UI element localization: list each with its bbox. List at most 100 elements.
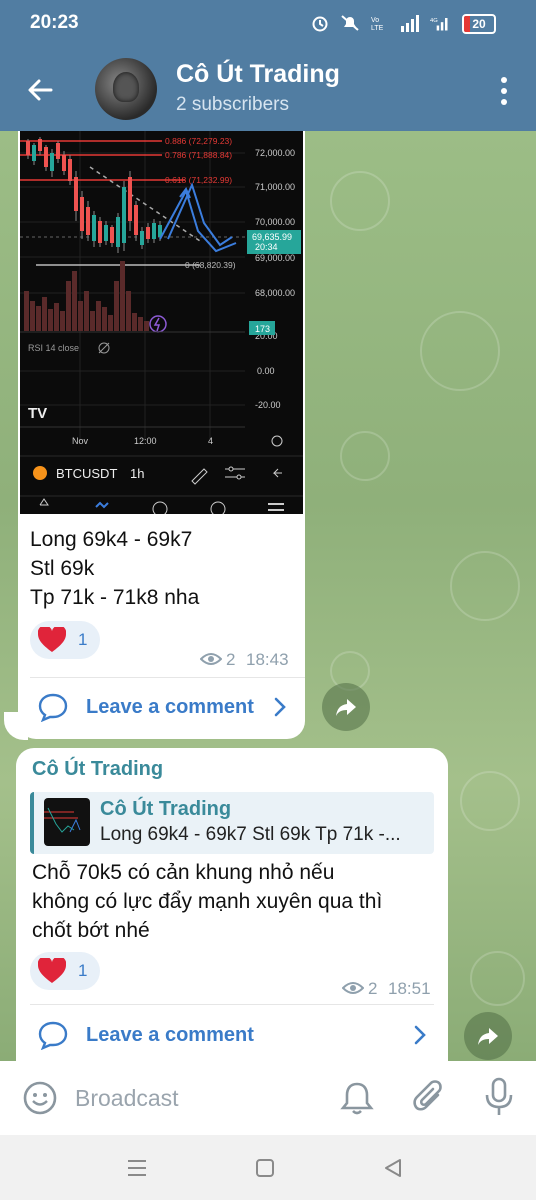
leave-comment-button[interactable]: Leave a comment [38, 686, 293, 730]
share-button[interactable] [322, 683, 370, 731]
message-line: Long 69k4 - 69k7 [30, 528, 193, 551]
fib-label: 0 (68,820.39) [185, 260, 236, 270]
system-nav-bar [0, 1135, 536, 1200]
message-bubble[interactable]: Cô Út Trading Cô Út Trading Long 69k4 - … [16, 748, 448, 1061]
chart-image[interactable]: 0.886 (72,279.23) 0.786 (71,888.84) 0.61… [20, 131, 303, 514]
fib-label: 0.886 (72,279.23) [165, 136, 232, 146]
price-tick: 72,000.00 [255, 148, 295, 158]
home-icon[interactable] [254, 1157, 276, 1179]
channel-title[interactable]: Cô Út Trading [176, 60, 340, 89]
ideas-icon [210, 501, 226, 514]
app-header: 20:23 Vo LTE 4G 20 Cô Út Trading 2 subscr… [0, 0, 536, 131]
back-nav-icon[interactable] [382, 1157, 404, 1179]
view-count: 2 [226, 650, 236, 669]
comment-icon [38, 1021, 68, 1050]
fib-label: 0.618 (71,232.99) [165, 175, 232, 185]
emoji-icon[interactable] [22, 1080, 58, 1116]
price-tick: -20.00 [255, 400, 281, 410]
reaction-count: 1 [78, 961, 88, 980]
reply-text: Long 69k4 - 69k7 Stl 69k Tp 71k -... [100, 824, 401, 845]
rsi-label: RSI 14 close [28, 343, 79, 353]
svg-text:Vo: Vo [371, 17, 379, 24]
share-arrow-icon [478, 1028, 498, 1045]
background-doodle [460, 771, 520, 831]
bitcoin-icon [33, 466, 47, 480]
chevron-right-icon [414, 1025, 426, 1045]
battery-level [464, 16, 470, 32]
time-tick: 4 [208, 436, 213, 446]
leave-comment-button[interactable]: Leave a comment [38, 1014, 430, 1058]
indicators-icon [225, 466, 245, 480]
view-count: 2 [368, 979, 378, 998]
fib-label: 0.786 (71,888.84) [165, 150, 232, 160]
current-price: 69,635.99 [252, 232, 292, 242]
heart-icon [38, 627, 66, 652]
back-arrow-icon[interactable] [24, 74, 56, 106]
status-bar: 20:23 Vo LTE 4G 20 [0, 0, 536, 48]
message-line: không có lực đẩy mạnh xuyên qua thì [32, 890, 383, 913]
bell-icon[interactable] [340, 1080, 374, 1116]
price-tick: 69,000.00 [255, 253, 295, 263]
background-doodle [340, 431, 390, 481]
broadcast-input[interactable]: Broadcast [75, 1085, 179, 1112]
reply-thumbnail [44, 798, 90, 846]
battery-indicator: 20 [462, 14, 496, 34]
more-menu-icon[interactable] [500, 76, 508, 106]
status-time: 20:23 [30, 12, 79, 33]
price-tick: 71,000.00 [255, 182, 295, 192]
message-author[interactable]: Cô Út Trading [32, 758, 163, 781]
reaction-chip[interactable]: 1 [30, 621, 100, 659]
time-tick: Nov [72, 436, 89, 446]
time-tick: 12:00 [134, 436, 157, 446]
candle-countdown: 20:34 [255, 242, 278, 252]
price-tick: 68,000.00 [255, 288, 295, 298]
chevron-right-icon [274, 697, 286, 717]
message-line: Chỗ 70k5 có cản khung nhỏ nếu [32, 861, 335, 884]
share-button[interactable] [464, 1012, 512, 1060]
channel-avatar[interactable] [95, 58, 157, 120]
background-doodle [330, 171, 390, 231]
signal-icon [401, 15, 419, 32]
alarm-icon [312, 16, 328, 32]
channel-subscribers: 2 subscribers [176, 94, 289, 115]
comment-label: Leave a comment [86, 1024, 254, 1046]
eye-icon [200, 653, 222, 665]
price-tick: 70,000.00 [255, 217, 295, 227]
message-line: chốt bớt nhé [32, 919, 150, 942]
background-doodle [450, 551, 520, 621]
divider [30, 677, 305, 678]
reply-author: Cô Út Trading [100, 798, 232, 820]
settings-icon[interactable] [271, 435, 283, 447]
comment-icon [38, 693, 68, 722]
volte-icon: VoLTE [371, 17, 384, 32]
attach-icon[interactable] [412, 1079, 446, 1117]
comment-label: Leave a comment [86, 696, 254, 718]
reply-preview[interactable]: Cô Út Trading Long 69k4 - 69k7 Stl 69k T… [30, 792, 434, 854]
svg-text:LTE: LTE [371, 25, 384, 32]
message-time: 18:43 [246, 650, 289, 669]
eye-icon [342, 982, 364, 994]
compass-icon [152, 501, 168, 514]
reaction-count: 1 [78, 630, 88, 649]
star-icon [39, 498, 49, 506]
background-doodle [420, 311, 500, 391]
battery-label: 20 [472, 17, 486, 31]
composer-bar: Broadcast [0, 1061, 536, 1135]
interval-label: 1h [130, 466, 144, 481]
svg-text:TV: TV [28, 405, 47, 422]
message-bubble[interactable]: 0.886 (72,279.23) 0.786 (71,888.84) 0.61… [18, 131, 305, 739]
microphone-icon[interactable] [484, 1077, 514, 1117]
divider [30, 1004, 434, 1005]
message-text: Long 69k4 - 69k7 Stl 69k Tp 71k - 71k8 n… [30, 525, 199, 612]
undo-icon [272, 468, 282, 478]
symbol-label: BTCUSDT [56, 466, 117, 481]
signal-4g-icon: 4G [430, 18, 448, 31]
reaction-chip[interactable]: 1 [30, 952, 100, 990]
recents-icon[interactable] [126, 1157, 148, 1179]
chart-tab-icon [95, 501, 109, 509]
price-tick: 0.00 [257, 366, 275, 376]
heart-icon [38, 958, 66, 983]
volume-badge: 173 [255, 324, 270, 334]
network-label: 4G [430, 18, 438, 24]
mute-icon [341, 15, 359, 31]
